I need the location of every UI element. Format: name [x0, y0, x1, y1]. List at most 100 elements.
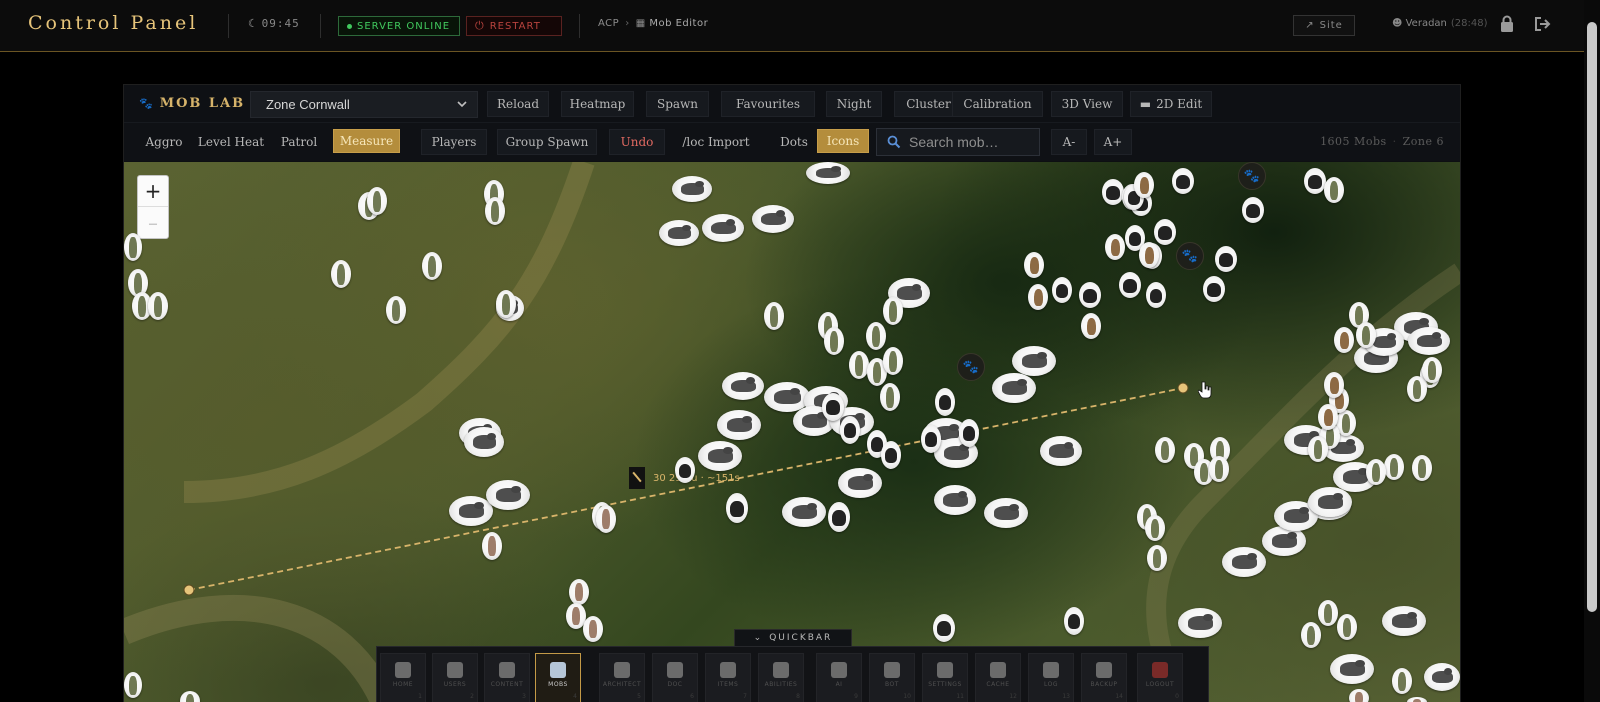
3d-view-button[interactable]: 3D View	[1051, 91, 1123, 117]
group-spawn-button[interactable]: Group Spawn	[497, 129, 597, 155]
mob-marker[interactable]	[124, 672, 142, 698]
mob-marker[interactable]	[1139, 242, 1159, 268]
2d-edit-button[interactable]: ▬ 2D Edit	[1130, 91, 1212, 117]
quickbar-item-home[interactable]: HOME 1	[380, 653, 426, 702]
mob-marker[interactable]	[1242, 197, 1264, 223]
mob-marker[interactable]	[866, 322, 886, 350]
mob-marker[interactable]	[1382, 606, 1426, 636]
mob-marker[interactable]	[959, 419, 979, 447]
spawn-point-icon[interactable]: 🐾	[1238, 162, 1266, 190]
mob-marker[interactable]	[367, 187, 387, 215]
mob-marker[interactable]	[675, 457, 695, 483]
mob-marker[interactable]	[659, 220, 699, 246]
quickbar-item-cache[interactable]: CACHE 12	[975, 653, 1021, 702]
mob-marker[interactable]	[838, 468, 882, 498]
mob-marker[interactable]	[933, 614, 955, 642]
mob-marker[interactable]	[1422, 357, 1442, 383]
mob-marker[interactable]	[1324, 177, 1344, 203]
mob-marker[interactable]	[698, 441, 742, 471]
scrollbar-thumb[interactable]	[1587, 22, 1597, 612]
mob-marker[interactable]	[883, 297, 903, 325]
quickbar-item-doc[interactable]: DOC 6	[652, 653, 698, 702]
site-button[interactable]: ↗ Site	[1293, 15, 1355, 36]
quickbar-item-architect[interactable]: ARCHITECT 5	[599, 653, 645, 702]
mob-marker[interactable]	[1407, 697, 1427, 702]
mob-marker[interactable]	[717, 410, 761, 440]
mob-marker[interactable]	[1209, 456, 1229, 482]
user-info[interactable]: ☻ Veradan (28:48)	[1392, 18, 1488, 29]
players-button[interactable]: Players	[421, 129, 487, 155]
mob-marker[interactable]	[1105, 234, 1125, 260]
mob-marker[interactable]	[824, 327, 844, 355]
zoom-out-button[interactable]: –	[138, 207, 168, 238]
favourites-button[interactable]: Favourites	[721, 91, 815, 117]
mob-marker[interactable]	[464, 427, 504, 457]
mob-marker[interactable]	[806, 162, 850, 184]
mob-marker[interactable]	[1408, 327, 1450, 355]
mob-marker[interactable]	[1308, 487, 1352, 517]
quickbar-toggle[interactable]: ⌄ QUICKBAR	[734, 629, 852, 646]
mob-marker[interactable]	[828, 502, 850, 532]
search-input[interactable]	[909, 134, 1029, 150]
mob-marker[interactable]	[934, 485, 976, 515]
mob-marker[interactable]	[752, 205, 794, 233]
mob-marker[interactable]	[1222, 547, 1266, 577]
breadcrumb-root[interactable]: ACP	[598, 18, 619, 29]
logout-icon[interactable]	[1534, 16, 1552, 32]
mob-marker[interactable]	[992, 373, 1036, 403]
mob-marker[interactable]	[1155, 437, 1175, 463]
mob-marker[interactable]	[822, 393, 844, 421]
quickbar-item-settings[interactable]: SETTINGS 11	[922, 653, 968, 702]
mob-marker[interactable]	[1134, 172, 1154, 198]
mob-marker[interactable]	[1081, 313, 1101, 339]
mob-marker[interactable]	[764, 302, 784, 330]
mob-marker[interactable]	[672, 176, 712, 202]
zone-select[interactable]: Zone Cornwall	[250, 91, 478, 118]
mob-marker[interactable]	[331, 260, 351, 288]
spawn-point-icon[interactable]: 🐾	[957, 353, 985, 381]
mob-marker[interactable]	[124, 233, 142, 261]
mob-marker[interactable]	[726, 493, 748, 523]
mob-marker[interactable]	[840, 416, 860, 444]
mob-marker[interactable]	[449, 496, 493, 526]
mob-marker[interactable]	[569, 579, 589, 605]
mob-marker[interactable]	[1308, 436, 1328, 462]
calibration-button[interactable]: Calibration	[952, 91, 1043, 117]
mob-marker[interactable]	[1384, 454, 1404, 480]
mob-marker[interactable]	[935, 388, 955, 416]
loc-import-button[interactable]: /loc Import	[674, 129, 758, 155]
mob-marker[interactable]	[482, 532, 502, 560]
font-larger-button[interactable]: A+	[1094, 129, 1132, 155]
mob-marker[interactable]	[386, 296, 406, 324]
mob-marker[interactable]	[1064, 607, 1084, 635]
mob-marker[interactable]	[921, 425, 941, 453]
page-scrollbar[interactable]	[1584, 0, 1600, 702]
quickbar-item-users[interactable]: USERS 2	[432, 653, 478, 702]
mob-marker[interactable]	[1147, 545, 1167, 571]
mob-marker[interactable]	[1334, 327, 1354, 353]
mob-marker[interactable]	[1178, 608, 1222, 638]
mob-marker[interactable]	[1356, 322, 1376, 348]
mob-marker[interactable]	[1318, 404, 1338, 430]
mob-marker[interactable]	[984, 498, 1028, 528]
night-button[interactable]: Night	[826, 91, 882, 117]
mob-marker[interactable]	[1024, 252, 1044, 278]
patrol-toggle[interactable]: Patrol	[274, 129, 324, 155]
mob-marker[interactable]	[1318, 600, 1338, 626]
quickbar-item-logout[interactable]: LOGOUT 0	[1137, 653, 1183, 702]
quickbar-item-backup[interactable]: BACKUP 14	[1081, 653, 1127, 702]
spawn-button[interactable]: Spawn	[646, 91, 709, 117]
mob-marker[interactable]	[1412, 455, 1432, 481]
mob-marker[interactable]	[1052, 277, 1072, 303]
mob-marker[interactable]	[1145, 515, 1165, 541]
mob-marker[interactable]	[1407, 376, 1427, 402]
mob-marker[interactable]	[880, 383, 900, 411]
quickbar-item-bot[interactable]: BOT 10	[869, 653, 915, 702]
mob-marker[interactable]	[486, 480, 530, 510]
mob-marker[interactable]	[849, 351, 869, 379]
mob-marker[interactable]	[1119, 272, 1141, 298]
mob-marker[interactable]	[883, 347, 903, 375]
mob-marker[interactable]	[422, 252, 442, 280]
level-heat-toggle[interactable]: Level Heat	[196, 129, 266, 155]
measure-toggle[interactable]: Measure	[333, 129, 400, 153]
